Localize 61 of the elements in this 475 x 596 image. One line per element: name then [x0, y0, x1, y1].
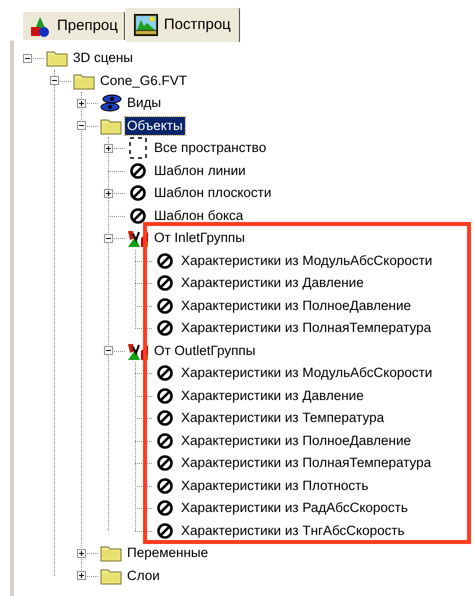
- group-icon: [127, 228, 149, 248]
- tree-item[interactable]: Характеристики из Давление: [179, 274, 366, 292]
- tree-item[interactable]: Виды: [125, 94, 164, 112]
- tree-item[interactable]: Характеристики из ПолноеДавление: [179, 432, 413, 450]
- prohibited-icon: [156, 252, 174, 270]
- tree-item[interactable]: Характеристики из Температура: [179, 409, 386, 428]
- tree-item[interactable]: От OutletГруппы: [152, 342, 258, 360]
- prohibited-icon: [156, 274, 174, 292]
- prohibited-icon: [156, 522, 174, 540]
- prohibited-icon: [156, 454, 174, 472]
- tree-item[interactable]: Все пространство: [152, 139, 268, 158]
- tree-item[interactable]: Характеристики из РадАбсСкорость: [179, 499, 410, 518]
- tree-item[interactable]: 3D сцены: [71, 49, 136, 68]
- tree-item[interactable]: Шаблон линии: [152, 162, 248, 180]
- folder-icon: [100, 116, 122, 135]
- tree-item[interactable]: Объекты: [125, 116, 185, 135]
- tree-item[interactable]: Слои: [125, 566, 162, 585]
- prohibited-icon: [129, 162, 147, 180]
- collapse-toggle[interactable]: [104, 346, 113, 356]
- folder-icon: [46, 49, 68, 68]
- expand-toggle[interactable]: [104, 188, 113, 198]
- collapse-toggle[interactable]: [50, 76, 59, 86]
- tree-item[interactable]: Cone_G6.FVT: [98, 72, 190, 90]
- expand-toggle[interactable]: [77, 571, 86, 580]
- tree-item[interactable]: Характеристики из МодульАбсСкорости: [179, 252, 434, 270]
- prohibited-icon: [156, 409, 174, 428]
- prohibited-icon: [129, 206, 147, 225]
- tree-item[interactable]: Характеристики из Плотность: [179, 476, 370, 495]
- tree-item[interactable]: От InletГруппы: [152, 229, 247, 248]
- expand-toggle[interactable]: [104, 144, 113, 153]
- prohibited-icon: [156, 364, 174, 382]
- prohibited-icon: [156, 319, 174, 338]
- prohibited-icon: [156, 432, 174, 450]
- tree-item[interactable]: Шаблон плоскости: [152, 184, 274, 202]
- tree-item[interactable]: Характеристики из МодульАбсСкорости: [179, 364, 434, 382]
- collapse-toggle[interactable]: [23, 54, 32, 63]
- tab[interactable]: Препроц: [22, 11, 125, 41]
- prohibited-icon: [156, 386, 174, 405]
- eyes-icon: [100, 93, 122, 114]
- prohibited-icon: [129, 184, 147, 202]
- tab[interactable]: Постпроц: [124, 7, 240, 42]
- tree-item[interactable]: Характеристики из ПолноеДавление: [179, 296, 413, 315]
- prohibited-icon: [156, 296, 174, 315]
- landscape-icon: [134, 14, 158, 36]
- folder-icon: [73, 72, 95, 90]
- dashed-box-icon: [127, 137, 149, 160]
- prohibited-icon: [156, 499, 174, 518]
- folder-icon: [100, 566, 122, 585]
- expand-toggle[interactable]: [77, 548, 86, 558]
- collapse-toggle[interactable]: [104, 234, 113, 243]
- prohibited-icon: [156, 476, 174, 495]
- tree-item[interactable]: Характеристики из ПолнаяТемпература: [179, 319, 434, 338]
- tree-item[interactable]: Характеристики из ПолнаяТемпература: [179, 454, 434, 472]
- tree-item[interactable]: Характеристики из Давление: [179, 386, 366, 405]
- tree-item[interactable]: Характеристики из ТнгАбсСкорость: [179, 522, 407, 540]
- collapse-toggle[interactable]: [77, 121, 86, 130]
- tree-item[interactable]: Шаблон бокса: [152, 206, 246, 225]
- shapes-icon: [29, 16, 51, 38]
- folder-icon: [100, 544, 122, 562]
- tree-item[interactable]: Переменные: [125, 544, 210, 562]
- expand-toggle[interactable]: [77, 98, 86, 108]
